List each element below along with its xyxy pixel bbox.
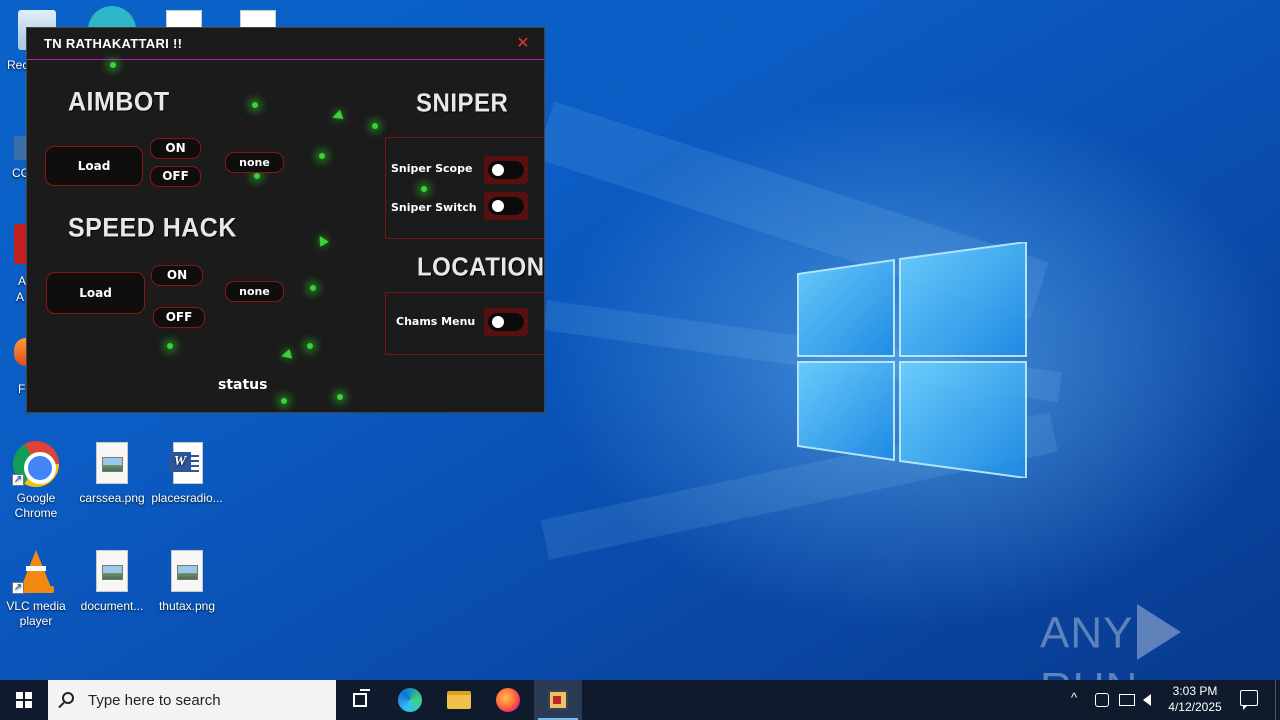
sniper-heading: SNIPER <box>416 88 509 119</box>
aimbot-off-button[interactable]: OFF <box>150 166 201 187</box>
desktop-icon-vlc[interactable]: ↗ VLC media player <box>0 548 74 629</box>
desktop-icon-label: VLC media player <box>6 599 66 628</box>
desktop-icon-label: placesradio... <box>151 491 223 505</box>
speed-hack-heading: SPEED HACK <box>68 212 237 244</box>
taskbar-file-explorer-button[interactable] <box>435 680 483 720</box>
sparkle-decoration <box>307 343 313 349</box>
watermark-right-text: RUN <box>1040 664 1138 680</box>
cheat-app-icon <box>548 690 568 710</box>
desktop-icon-document[interactable]: document... <box>74 548 150 614</box>
arrow-decoration <box>330 109 344 123</box>
toggle-knob <box>492 200 504 212</box>
clock-date: 4/12/2025 <box>1168 700 1222 714</box>
aimbot-heading: AIMBOT <box>68 86 170 118</box>
chams-menu-toggle-frame <box>484 308 528 336</box>
search-placeholder: Type here to search <box>88 692 221 709</box>
status-label: status <box>218 377 268 393</box>
sniper-switch-toggle-frame <box>484 192 528 220</box>
speed-hack-load-button[interactable]: Load <box>46 272 145 314</box>
anyrun-watermark: ANY RUN <box>1040 604 1280 680</box>
windows-start-icon <box>16 692 32 708</box>
image-file-icon <box>96 550 128 592</box>
toggle-knob <box>492 316 504 328</box>
task-view-button[interactable] <box>336 680 384 720</box>
clock-time: 3:03 PM <box>1172 684 1218 698</box>
sparkle-decoration <box>167 343 173 349</box>
taskbar-firefox-button[interactable] <box>484 680 532 720</box>
task-view-icon <box>353 689 370 707</box>
cc-app-icon[interactable] <box>14 136 26 160</box>
system-clock[interactable]: 3:03 PM 4/12/2025 <box>1160 683 1230 715</box>
desktop-icon-label: Google Chrome <box>14 491 58 520</box>
desktop-icon-thutax[interactable]: thutax.png <box>149 548 225 614</box>
desktop-icon-chrome[interactable]: ↗ Google Chrome <box>0 440 74 521</box>
sparkle-decoration <box>310 285 316 291</box>
acrobat-app-icon[interactable] <box>14 224 26 264</box>
network-icon[interactable] <box>1119 694 1135 706</box>
desktop-icon-placesradio[interactable]: W placesradio... <box>149 440 225 506</box>
tray-chevron-icon[interactable]: ^ <box>1071 690 1077 705</box>
sparkle-decoration <box>254 173 260 179</box>
aimbot-load-button[interactable]: Load <box>45 146 143 186</box>
aimbot-on-button[interactable]: ON <box>150 138 201 159</box>
chams-menu-toggle[interactable] <box>488 313 524 331</box>
desktop-icon-label: thutax.png <box>158 599 216 613</box>
taskbar: Type here to search ^ 3:03 PM 4/12/2025 <box>0 680 1280 720</box>
edge-icon <box>398 688 422 712</box>
firefox-desktop-icon[interactable] <box>14 338 26 366</box>
location-heading: LOCATION <box>417 252 545 283</box>
volume-icon[interactable] <box>1143 694 1151 706</box>
sniper-panel <box>385 137 544 239</box>
desktop-icon-label: document... <box>80 599 144 613</box>
arrow-decoration <box>315 233 329 247</box>
sniper-scope-label: Sniper Scope <box>391 162 473 175</box>
sparkle-decoration <box>281 398 287 404</box>
window-title: TN RATHAKATTARI !! <box>44 36 183 51</box>
window-titlebar[interactable]: TN RATHAKATTARI !! ✕ <box>27 28 544 60</box>
image-file-icon <box>171 550 203 592</box>
sparkle-decoration <box>372 123 378 129</box>
speed-hack-off-button[interactable]: OFF <box>153 307 205 328</box>
shortcut-arrow-icon: ↗ <box>12 474 24 486</box>
sniper-switch-toggle[interactable] <box>488 197 524 215</box>
windows-logo <box>797 242 1027 478</box>
notification-center-icon[interactable] <box>1240 690 1258 710</box>
speed-hack-on-button[interactable]: ON <box>151 265 203 286</box>
folder-icon <box>447 691 471 709</box>
taskbar-edge-button[interactable] <box>386 680 434 720</box>
start-button[interactable] <box>0 680 48 720</box>
taskbar-search-box[interactable]: Type here to search <box>48 680 336 720</box>
sparkle-decoration <box>110 62 116 68</box>
sniper-scope-toggle-frame <box>484 156 528 184</box>
meet-now-icon[interactable] <box>1095 693 1109 707</box>
acrobat-label: A <box>18 274 27 288</box>
sparkle-decoration <box>337 394 343 400</box>
sparkle-decoration <box>319 153 325 159</box>
image-file-icon <box>96 442 128 484</box>
toggle-knob <box>492 164 504 176</box>
sparkle-decoration <box>252 102 258 108</box>
show-desktop-button[interactable] <box>1275 680 1276 720</box>
aimbot-status-value: none <box>225 152 284 173</box>
taskbar-active-app-button[interactable] <box>534 680 582 720</box>
close-icon[interactable]: ✕ <box>515 34 531 52</box>
play-icon <box>1137 604 1182 660</box>
cheat-window: TN RATHAKATTARI !! ✕ AIMBOT Load ON OFF … <box>26 27 545 413</box>
acrobat-label-2: A <box>16 290 25 304</box>
search-icon <box>62 692 74 704</box>
desktop-icon-label: carssea.png <box>79 491 145 505</box>
arrow-decoration <box>279 348 293 362</box>
desktop-icon-carssea[interactable]: carssea.png <box>74 440 150 506</box>
watermark-left-text: ANY <box>1040 608 1134 658</box>
firefox-icon <box>496 688 520 712</box>
speed-hack-status-value: none <box>225 281 284 302</box>
shortcut-arrow-icon: ↗ <box>12 582 24 594</box>
firefox-label: F <box>18 382 26 396</box>
sniper-switch-label: Sniper Switch <box>391 201 477 214</box>
sniper-scope-toggle[interactable] <box>488 161 524 179</box>
chams-menu-label: Chams Menu <box>396 315 476 328</box>
